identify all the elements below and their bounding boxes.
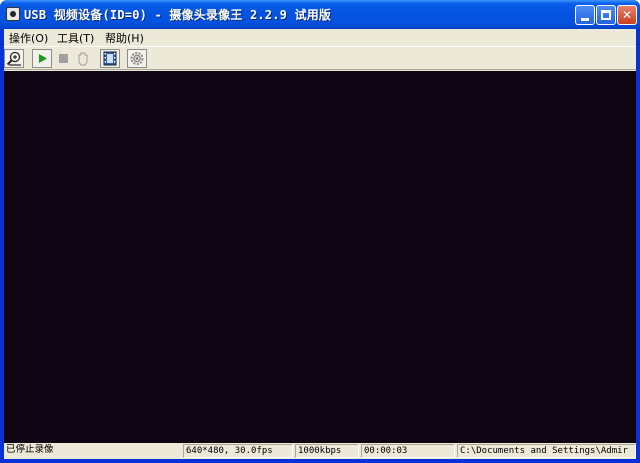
- app-window: USB 视频设备(ID=0) - 摄像头录像王 2.2.9 试用版 ✕ 操作(O…: [0, 0, 640, 463]
- status-time: 00:00:03: [361, 444, 455, 458]
- title-bar[interactable]: USB 视频设备(ID=0) - 摄像头录像王 2.2.9 试用版 ✕: [0, 0, 640, 29]
- status-bar: 已停止录像 640*480, 30.0fps 1000kbps 00:00:03…: [4, 443, 636, 459]
- film-icon: [103, 51, 117, 66]
- close-icon: ✕: [621, 8, 633, 22]
- stop-icon: [59, 54, 68, 63]
- settings-gear-icon: [130, 52, 144, 65]
- minimize-button[interactable]: [575, 5, 595, 25]
- maximize-icon: [601, 10, 611, 20]
- menu-tools[interactable]: 工具(T): [57, 30, 94, 46]
- status-resolution: 640*480, 30.0fps: [183, 444, 293, 458]
- toolbar: [4, 46, 636, 70]
- status-path: C:\Documents and Settings\Admir: [457, 444, 636, 458]
- stop-button[interactable]: [53, 49, 73, 68]
- camera-search-button[interactable]: [4, 49, 24, 68]
- minimize-icon: [581, 18, 589, 21]
- maximize-button[interactable]: [596, 5, 616, 25]
- menu-help[interactable]: 帮助(H): [105, 30, 144, 46]
- webcam-app-icon[interactable]: [6, 7, 20, 21]
- play-button[interactable]: [32, 49, 52, 68]
- camera-search-icon: [6, 51, 21, 66]
- film-button[interactable]: [100, 49, 120, 68]
- play-icon: [39, 54, 47, 63]
- menu-operate[interactable]: 操作(O): [9, 30, 48, 46]
- pause-button[interactable]: [73, 49, 93, 68]
- status-state: 已停止录像: [6, 444, 54, 455]
- client-area: 操作(O) 工具(T) 帮助(H) 已停止录像 640*480, 30.0fps…: [4, 29, 636, 459]
- menu-bar: 操作(O) 工具(T) 帮助(H): [4, 29, 636, 45]
- video-preview[interactable]: [4, 71, 636, 443]
- status-bitrate: 1000kbps: [295, 444, 359, 458]
- pause-hand-icon: [78, 52, 88, 66]
- close-button[interactable]: ✕: [617, 5, 637, 25]
- settings-button[interactable]: [127, 49, 147, 68]
- window-title: USB 视频设备(ID=0) - 摄像头录像王 2.2.9 试用版: [24, 8, 332, 22]
